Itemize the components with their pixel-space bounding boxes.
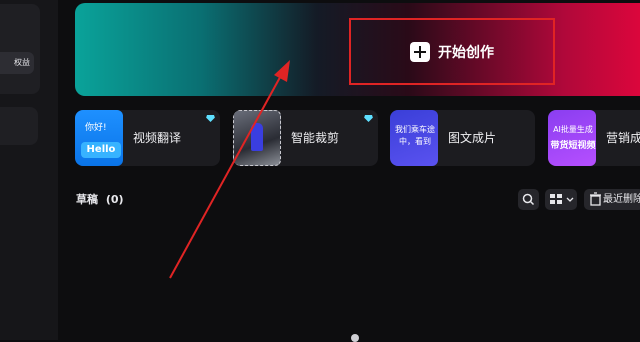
recent-delete-button[interactable]: 最近删除 <box>584 189 640 210</box>
hero-banner: 开始创作 <box>75 3 640 96</box>
search-icon <box>522 193 535 206</box>
video-translate-thumbnail: 你好! Hello <box>75 110 123 166</box>
marketing-video-thumbnail: AI批量生成 带货短视频 <box>548 110 596 166</box>
thumb-text: Hello <box>81 142 121 158</box>
view-toggle-button[interactable] <box>545 189 577 210</box>
tool-card-video-translate[interactable]: 你好! Hello 视频翻译 <box>75 110 220 166</box>
tool-label: 视频翻译 <box>133 131 182 145</box>
tool-label: 图文成片 <box>448 131 497 145</box>
thumb-text: AI批量生成 <box>553 125 593 134</box>
benefits-button[interactable]: 权益 <box>0 52 34 74</box>
sidebar-item[interactable] <box>0 107 38 145</box>
tool-card-marketing-video[interactable]: AI批量生成 带货短视频 营销成片 <box>548 110 640 166</box>
start-creating-label: 开始创作 <box>438 44 494 61</box>
tool-card-image-to-video[interactable]: 我们乘车途中，看到 图文成片 <box>390 110 535 166</box>
drafts-count: (0) <box>105 193 124 206</box>
drafts-title: 草稿 <box>76 193 98 206</box>
thumb-text: 你好! <box>85 123 107 133</box>
sidebar-card: 权益 <box>0 4 40 94</box>
sidebar: 权益 <box>0 0 58 340</box>
grid-view-icon <box>550 194 574 204</box>
drafts-heading: 草稿 (0) <box>76 191 124 207</box>
tool-label: 营销成片 <box>606 131 640 145</box>
search-button[interactable] <box>518 189 539 210</box>
smart-crop-thumbnail <box>233 110 281 166</box>
image-to-video-thumbnail: 我们乘车途中，看到 <box>390 110 438 166</box>
tool-card-smart-crop[interactable]: 智能裁剪 <box>233 110 378 166</box>
plus-icon <box>410 41 430 62</box>
diamond-icon <box>206 115 215 122</box>
person-figure <box>251 123 263 151</box>
scroll-indicator[interactable] <box>351 334 359 342</box>
start-creating-button[interactable]: 开始创作 <box>349 18 555 85</box>
thumb-text: 我们乘车途中，看到 <box>395 125 435 146</box>
diamond-icon <box>364 115 373 122</box>
tool-label: 智能裁剪 <box>291 131 340 145</box>
recent-delete-label: 最近删除 <box>603 194 640 205</box>
thumb-text: 带货短视频 <box>550 141 596 151</box>
trash-icon <box>590 192 601 206</box>
